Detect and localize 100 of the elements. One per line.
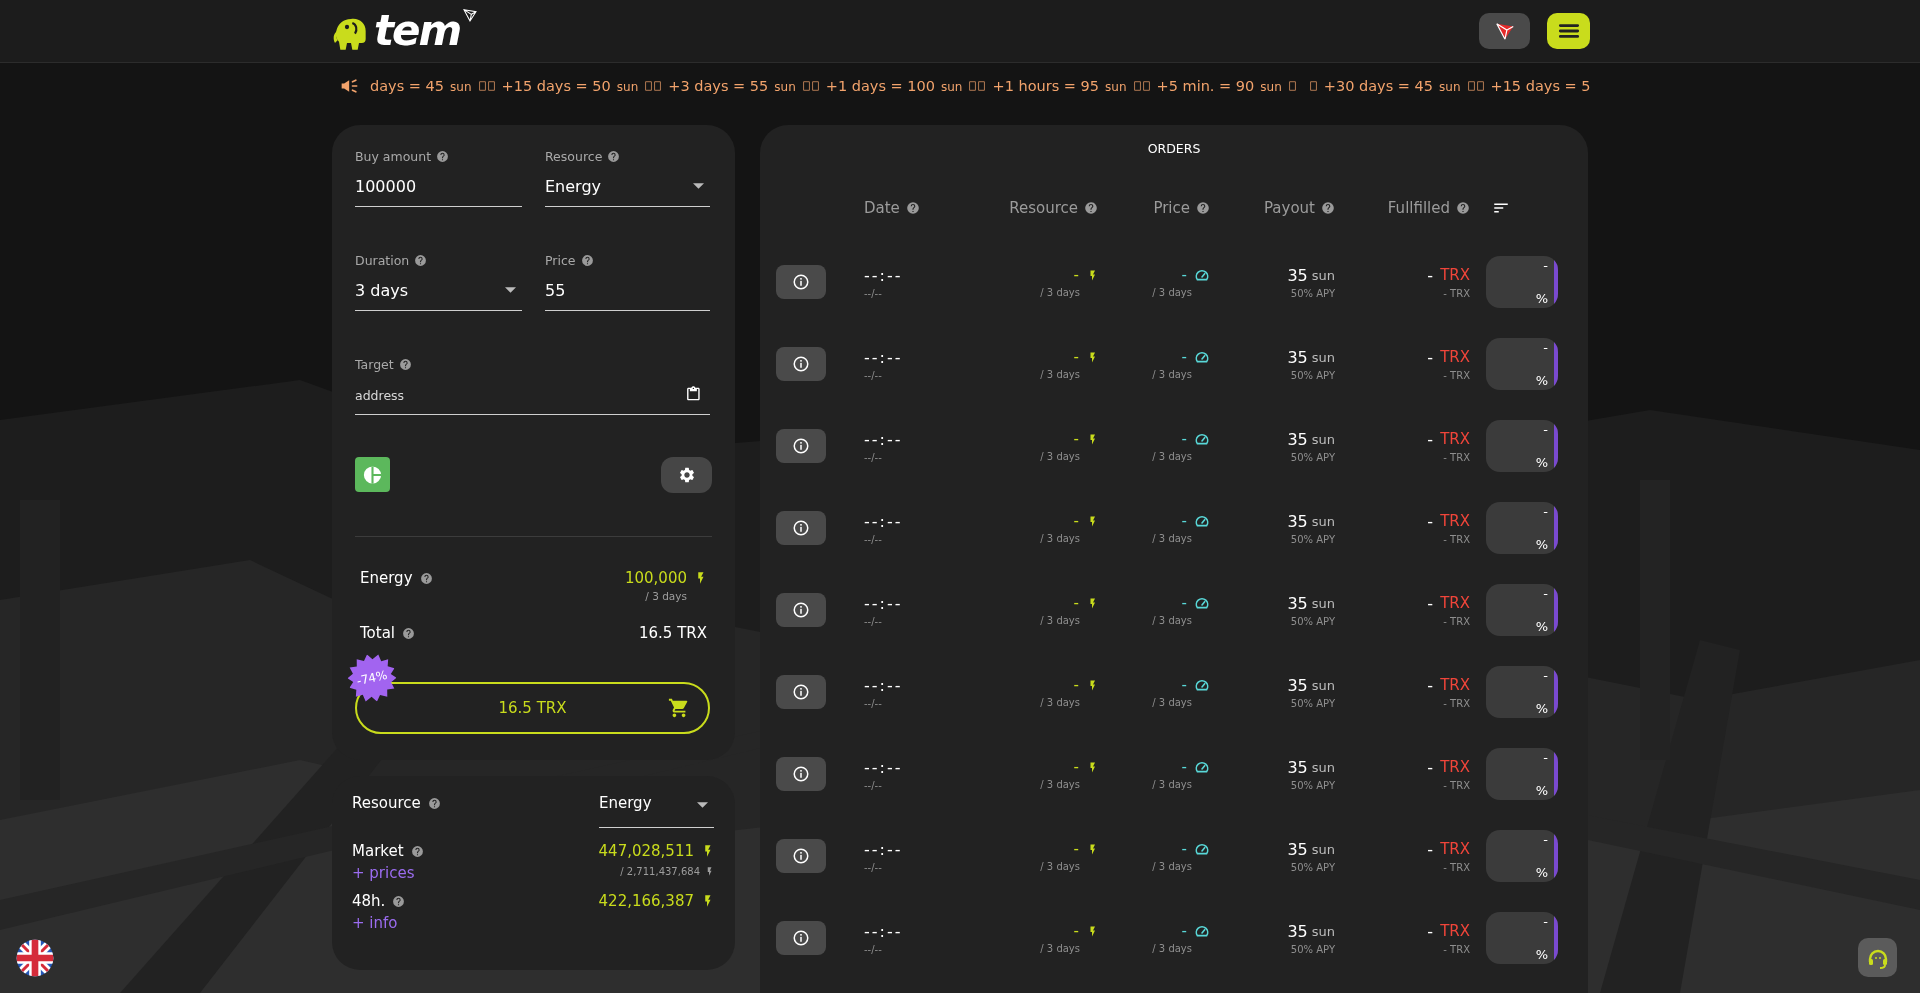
apy-text: 50% APY	[1290, 369, 1335, 381]
fulfilled-value: -	[1427, 921, 1434, 941]
logo-text: tem	[374, 7, 461, 55]
energy-amount: 447,028,511	[598, 842, 694, 860]
resource-label: Resource	[352, 794, 421, 812]
duration-text: / 3 days	[1040, 533, 1080, 544]
percent-sign: %	[1535, 783, 1548, 798]
payout-value: 35	[1287, 429, 1308, 449]
order-date: --/--	[864, 451, 883, 463]
currency-text: TRX	[1440, 922, 1470, 940]
price-value: -	[1181, 676, 1187, 694]
fulfilled-amount: - TRX	[1443, 533, 1470, 545]
column-header: Price	[1153, 199, 1190, 217]
order-time: --:--	[864, 593, 904, 613]
apy-text: 50% APY	[1290, 861, 1335, 873]
total-amount: 16.5 TRX	[638, 624, 707, 642]
currency-text: TRX	[1440, 512, 1470, 530]
duration-text: / 3 days	[1152, 369, 1192, 380]
percent-sign: %	[1535, 619, 1548, 634]
duration-text: / 3 days	[1152, 861, 1192, 872]
select-field[interactable]: 3 days	[355, 280, 522, 300]
summary-label: Energy	[360, 569, 413, 587]
resource-amount: -	[1073, 512, 1079, 530]
fulfilled-value: -	[1427, 675, 1434, 695]
column-header: Payout	[1264, 199, 1315, 217]
resource-amount: -	[1073, 266, 1079, 284]
ticker-text: +30 days = 45	[1323, 78, 1434, 94]
order-date: --/--	[864, 369, 883, 381]
stat-label: 48h.	[352, 892, 386, 910]
payout-unit: sun	[1311, 677, 1335, 693]
progress-value: -	[1543, 832, 1548, 847]
ticker-text: +3 days = 55	[668, 78, 769, 94]
link[interactable]: + info	[352, 914, 406, 932]
fulfilled-value: -	[1427, 429, 1434, 449]
resource-amount: -	[1073, 348, 1079, 366]
order-time: --:--	[864, 429, 904, 449]
price-value: -	[1181, 922, 1187, 940]
payout-value: 35	[1287, 511, 1308, 531]
price-value: -	[1181, 348, 1187, 366]
duration-text: / 3 days	[1040, 943, 1080, 954]
duration-text: / 3 days	[1152, 779, 1192, 790]
currency-text: TRX	[1440, 594, 1470, 612]
order-date: --/--	[864, 697, 883, 709]
apy-text: 50% APY	[1290, 533, 1335, 545]
duration-text: / 3 days	[1152, 697, 1192, 708]
apy-text: 50% APY	[1290, 943, 1335, 955]
payout-value: 35	[1287, 675, 1308, 695]
resource-amount: -	[1073, 922, 1079, 940]
summary-label: Total	[360, 624, 396, 642]
fulfilled-amount: - TRX	[1443, 615, 1470, 627]
ticker-text: +1 hours = 95	[992, 78, 1100, 94]
ticker-text: days = 45	[370, 78, 445, 94]
column-header: Resource	[1009, 199, 1078, 217]
progress-value: -	[1543, 422, 1548, 437]
energy-amount: 100,000	[624, 569, 687, 587]
percent-sign: %	[1535, 373, 1548, 388]
field-label: Price	[545, 252, 576, 268]
ticker-text: +5 min. = 90	[1156, 78, 1255, 94]
link[interactable]: + prices	[352, 864, 424, 882]
payout-value: 35	[1287, 593, 1308, 613]
apy-text: 50% APY	[1290, 615, 1335, 627]
price-value: -	[1181, 594, 1187, 612]
energy-amount: 422,166,387	[598, 892, 694, 910]
column-header: Fullfilled	[1387, 199, 1450, 217]
currency-text: TRX	[1440, 266, 1470, 284]
duration-text: / 3 days	[1040, 861, 1080, 872]
fulfilled-value: -	[1427, 347, 1434, 367]
duration-text: / 3 days	[1152, 287, 1192, 298]
select-field[interactable]: Energy	[599, 794, 714, 828]
fulfilled-amount: - TRX	[1443, 287, 1470, 299]
ticker-unit: sun	[941, 80, 963, 94]
apy-text: 50% APY	[1290, 451, 1335, 463]
currency-text: TRX	[1440, 348, 1470, 366]
duration-text: / 3 days	[1152, 943, 1192, 954]
payout-value: 35	[1287, 265, 1308, 285]
duration-text: / 3 days	[1040, 369, 1080, 380]
input-field[interactable]: 100000	[355, 176, 522, 196]
order-time: --:--	[864, 839, 904, 859]
fulfilled-amount: - TRX	[1443, 943, 1470, 955]
payout-value: 35	[1287, 347, 1308, 367]
duration-text: / 3 days	[645, 590, 687, 602]
duration-text: / 3 days	[1040, 287, 1080, 298]
select-field[interactable]: Energy	[545, 176, 710, 196]
ticker-text: +15 days = 50	[501, 78, 611, 94]
input-field[interactable]: address	[355, 384, 686, 404]
percent-sign: %	[1535, 947, 1548, 962]
percent-sign: %	[1535, 291, 1548, 306]
resource-amount: -	[1073, 430, 1079, 448]
order-date: --/--	[864, 615, 883, 627]
percent-sign: %	[1535, 455, 1548, 470]
ticker-text: +1 days = 100	[825, 78, 935, 94]
input-field[interactable]: 55	[545, 280, 710, 300]
duration-text: / 3 days	[1152, 451, 1192, 462]
resource-amount: -	[1073, 594, 1079, 612]
progress-value: -	[1543, 504, 1548, 519]
order-time: --:--	[864, 347, 904, 367]
apy-text: 50% APY	[1290, 779, 1335, 791]
fulfilled-amount: - TRX	[1443, 369, 1470, 381]
payout-unit: sun	[1311, 841, 1335, 857]
progress-value: -	[1543, 340, 1548, 355]
